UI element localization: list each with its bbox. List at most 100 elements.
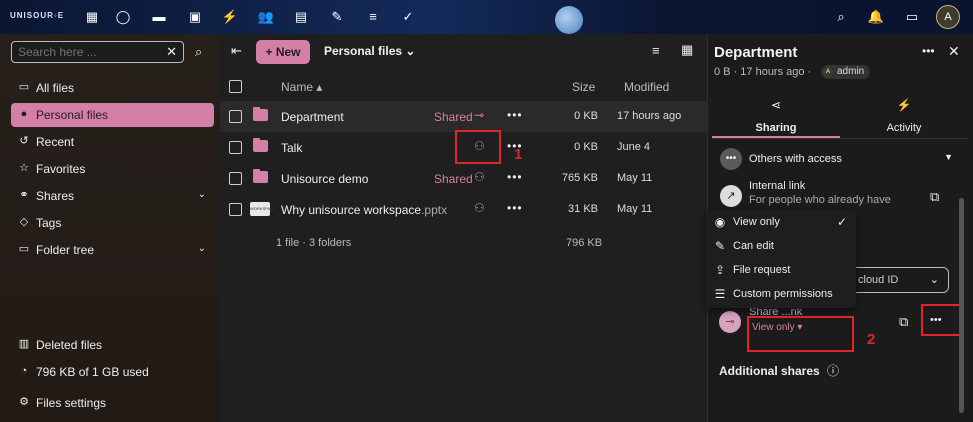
more-actions-icon[interactable]: •••	[507, 108, 523, 122]
share-icon: ⋖	[770, 98, 782, 112]
column-name[interactable]: Name ▴	[281, 80, 322, 94]
owner-chip[interactable]: A admin	[821, 65, 871, 79]
copy-icon[interactable]: ⧉	[930, 189, 939, 205]
files-toolbar: ⇤ + New Personal files ⌄ ≡ ▦	[220, 34, 707, 68]
star-icon: ☆	[19, 162, 29, 174]
file-modified: May 11	[617, 172, 653, 184]
link-icon: ⊸	[719, 311, 741, 333]
tune-icon: ☰	[714, 287, 726, 301]
shared-folder-icon	[253, 169, 268, 183]
activity-icon[interactable]: ⚡	[221, 8, 239, 26]
shared-label[interactable]: Shared	[434, 172, 473, 186]
row-checkbox[interactable]	[229, 110, 242, 123]
shared-label[interactable]: Shared	[434, 110, 473, 124]
search-box[interactable]: ✕	[11, 41, 184, 63]
internal-link-desc: For people who already have	[749, 194, 891, 206]
collapse-nav-icon[interactable]: ⇤	[231, 43, 242, 59]
file-name[interactable]: Talk	[281, 141, 302, 155]
nav-recent[interactable]: ↺ Recent	[11, 130, 214, 154]
files-icon[interactable]: ▬	[150, 8, 168, 26]
owner-name: admin	[837, 66, 865, 77]
others-with-access-row[interactable]: ••• Others with access ▼	[714, 148, 959, 170]
menu-item-can-edit[interactable]: ✎ Can edit	[706, 235, 856, 259]
menu-item-label: View only	[733, 216, 780, 228]
photos-icon[interactable]: ▣	[186, 8, 204, 26]
info-icon[interactable]: ⓘ	[827, 364, 839, 378]
additional-shares: Additional shares ⓘ	[719, 362, 839, 379]
more-horizontal-icon: •••	[720, 148, 742, 170]
user-avatar[interactable]: A	[936, 5, 960, 29]
table-row[interactable]: Department Shared ⊸ ••• 0 KB 17 hours ag…	[220, 101, 707, 132]
select-all-checkbox[interactable]	[229, 80, 242, 93]
search-icon[interactable]: ⌕	[832, 8, 850, 26]
row-checkbox[interactable]	[229, 141, 242, 154]
folder-icon: ▭	[18, 81, 30, 93]
table-row[interactable]: WORKSPACE Why unisource workspace.pptx ⚇…	[220, 194, 707, 225]
share-user-icon[interactable]: ⚇	[474, 170, 485, 184]
calendar-icon[interactable]: ▤	[292, 8, 310, 26]
contacts-icon[interactable]: 👥	[257, 8, 275, 26]
nav-files-settings[interactable]: ⚙ Files settings	[11, 391, 214, 415]
clear-search-icon[interactable]: ✕	[166, 44, 177, 60]
sidebar-more-icon[interactable]: •••	[922, 44, 935, 58]
check-icon: ✓	[836, 215, 847, 229]
new-button[interactable]: + New	[256, 40, 310, 64]
apps-icon[interactable]: ▦	[83, 8, 101, 26]
filter-icon[interactable]: ≡	[652, 43, 660, 58]
breadcrumb[interactable]: Personal files ⌄	[324, 44, 415, 58]
column-size[interactable]: Size	[572, 80, 595, 94]
sidebar-meta: 0 B · 17 hours ago ·	[714, 66, 812, 78]
more-actions-icon[interactable]: •••	[507, 170, 523, 184]
nav-shares[interactable]: ⚭ Shares ⌄	[11, 184, 214, 208]
copy-link-icon[interactable]: ⧉	[899, 314, 908, 330]
row-checkbox[interactable]	[229, 172, 242, 185]
row-checkbox[interactable]	[229, 203, 242, 216]
notes-icon[interactable]: ✎	[328, 8, 346, 26]
chevron-down-icon[interactable]: ⌄	[930, 273, 939, 286]
nav-label: Personal files	[36, 108, 109, 122]
quota-info: ◔ 796 KB of 1 GB used	[11, 360, 214, 384]
table-header: Name ▴ Size Modified	[220, 74, 707, 98]
link-icon[interactable]: ⊸	[474, 108, 484, 122]
column-modified[interactable]: Modified	[624, 80, 669, 94]
tab-sharing[interactable]: ⋖ Sharing	[712, 94, 840, 138]
share-user-icon[interactable]: ⚇	[474, 201, 485, 215]
nav-personal-files[interactable]: ● Personal files	[11, 103, 214, 127]
nav-tags[interactable]: ◇ Tags	[11, 211, 214, 235]
file-modified: 17 hours ago	[617, 110, 682, 122]
notifications-icon[interactable]: 🔔	[867, 8, 885, 26]
tab-activity[interactable]: ⚡ Activity	[840, 94, 968, 138]
contacts-menu-icon[interactable]: ▭	[903, 8, 921, 26]
deck-icon[interactable]: ≡	[364, 8, 382, 26]
file-name[interactable]: Unisource demo	[281, 172, 368, 186]
more-actions-icon[interactable]: •••	[507, 201, 523, 215]
nav-all-files[interactable]: ▭ All files	[11, 76, 214, 100]
nav-folder-tree[interactable]: ▭ Folder tree ⌄	[11, 238, 214, 262]
tag-icon: ◇	[19, 216, 29, 228]
table-row[interactable]: Unisource demo Shared ⚇ ••• 765 KB May 1…	[220, 163, 707, 194]
menu-item-view-only[interactable]: ◉ View only ✓	[706, 211, 856, 235]
menu-item-file-request[interactable]: ⇪ File request	[706, 259, 856, 283]
menu-item-custom-permissions[interactable]: ☰ Custom permissions	[706, 283, 856, 307]
annotation-box-2b	[921, 304, 961, 336]
chevron-down-icon[interactable]: ⌄	[198, 243, 206, 254]
app-logo[interactable]: UNISOUR◦E	[10, 11, 64, 20]
file-name[interactable]: Why unisource workspace.pptx	[281, 203, 447, 217]
share-search-input[interactable]: cloud ID ⌄	[845, 267, 949, 293]
column-name-label: Name	[281, 80, 314, 94]
nav-label: Favorites	[36, 162, 86, 176]
caret-down-icon[interactable]: ▼	[944, 152, 953, 162]
dashboard-icon[interactable]: ◯	[114, 8, 132, 26]
grid-view-icon[interactable]: ▦	[681, 42, 693, 58]
chevron-down-icon[interactable]: ⌄	[198, 189, 206, 200]
close-icon[interactable]: ✕	[948, 43, 960, 60]
internal-link-title: Internal link	[749, 180, 806, 192]
tasks-icon[interactable]: ✓	[399, 8, 417, 26]
search-input[interactable]	[18, 45, 158, 59]
file-name[interactable]: Department	[281, 110, 344, 124]
annotation-label-2: 2	[867, 331, 876, 348]
sidebar-scrollbar[interactable]	[959, 198, 964, 413]
nav-deleted-files[interactable]: ▥ Deleted files	[11, 333, 214, 357]
nav-favorites[interactable]: ☆ Favorites	[11, 157, 214, 181]
search-submit-icon[interactable]: ⌕	[195, 44, 202, 60]
